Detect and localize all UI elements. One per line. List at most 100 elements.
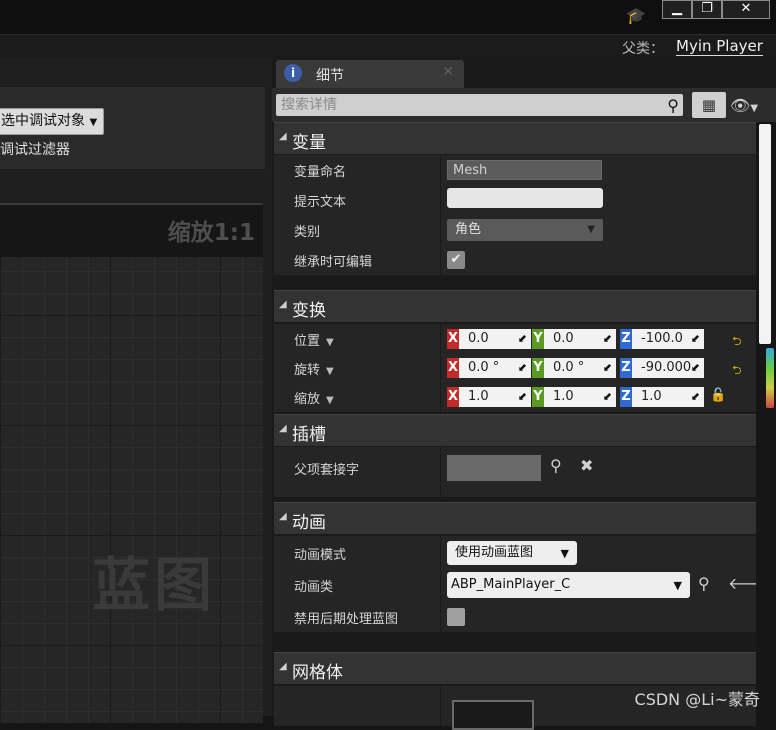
scale-x-field[interactable]: 1.0 ⬋ bbox=[459, 387, 531, 407]
parent-class-link[interactable]: Myin Player bbox=[676, 37, 763, 56]
location-z-value: -100.0 bbox=[641, 331, 683, 346]
lock-icon[interactable]: 🔓 bbox=[710, 388, 726, 403]
mesh-thumbnail[interactable] bbox=[452, 700, 534, 730]
chevron-down-icon: ▼ bbox=[89, 117, 98, 128]
debug-filter-label[interactable]: 调试过滤器 bbox=[0, 139, 70, 159]
location-x-value: 0.0 bbox=[468, 331, 489, 346]
category-label: 变量 bbox=[292, 133, 326, 153]
axis-z-label: Z bbox=[620, 358, 632, 378]
property-label: 父项套接字 bbox=[294, 463, 360, 478]
restore-button[interactable]: ❐ bbox=[692, 0, 722, 19]
row-location: 位置 ▼ X 0.0 ⬋ Y 0.0 ⬋ Z -100.0 ⬋ ⮌ bbox=[274, 324, 756, 354]
tab-details[interactable]: i 细节 ✕ bbox=[276, 60, 464, 88]
drag-spin-icon[interactable]: ⬋ bbox=[691, 358, 700, 378]
category-mesh[interactable]: ◢ 网格体 bbox=[274, 652, 756, 684]
row-category: 类别 角色 ▼ bbox=[274, 215, 756, 245]
axis-x-label: X bbox=[447, 358, 459, 378]
debug-object-dropdown[interactable]: 选中调试对象 ▼ bbox=[0, 108, 104, 135]
minimize-button[interactable]: ▁ bbox=[662, 0, 692, 19]
details-panel: i 细节 ✕ 搜索详情 ⚲ ▦ 👁▼ ◢ 变量 变量命名 Mesh 提示文本 类… bbox=[272, 58, 776, 730]
drag-spin-icon[interactable]: ⬋ bbox=[603, 358, 612, 378]
reset-to-default-icon[interactable]: ⮌ bbox=[732, 332, 742, 353]
scale-y-field[interactable]: 1.0 ⬋ bbox=[544, 387, 616, 407]
rotation-dropdown[interactable]: 旋转 ▼ bbox=[294, 359, 334, 378]
category-transform[interactable]: ◢ 变换 bbox=[274, 290, 756, 322]
row-scale: 缩放 ▼ X 1.0 ⬋ Y 1.0 ⬋ Z 1.0 ⬋ 🔓 bbox=[274, 382, 756, 412]
column-divider bbox=[440, 536, 441, 568]
graph-header: 缩放1:1 bbox=[0, 205, 263, 257]
location-y-field[interactable]: 0.0 ⬋ bbox=[544, 329, 616, 349]
editable-checkbox[interactable]: ✔ bbox=[447, 251, 465, 269]
drag-spin-icon[interactable]: ⬋ bbox=[518, 358, 527, 378]
tooltip-field[interactable] bbox=[447, 188, 603, 208]
drag-spin-icon[interactable]: ⬋ bbox=[691, 329, 700, 349]
scale-z-field[interactable]: 1.0 ⬋ bbox=[632, 387, 704, 407]
drag-spin-icon[interactable]: ⬋ bbox=[603, 387, 612, 407]
column-divider bbox=[440, 245, 441, 275]
search-icon[interactable]: ⚲ bbox=[550, 456, 562, 475]
rotation-x-field[interactable]: 0.0 ° ⬋ bbox=[459, 358, 531, 378]
search-icon[interactable]: ⚲ bbox=[667, 95, 679, 117]
collapse-arrow-icon: ◢ bbox=[279, 423, 287, 434]
anim-class-dropdown[interactable]: ABP_MainPlayer_C ▼ bbox=[447, 572, 690, 598]
drag-spin-icon[interactable]: ⬋ bbox=[518, 387, 527, 407]
scale-z-value: 1.0 bbox=[641, 389, 662, 404]
scrollbar-thumb[interactable] bbox=[759, 124, 771, 344]
scale-dropdown[interactable]: 缩放 ▼ bbox=[294, 388, 334, 407]
category-variable[interactable]: ◢ 变量 bbox=[274, 122, 756, 154]
location-dropdown[interactable]: 位置 ▼ bbox=[294, 330, 334, 349]
browse-search-icon[interactable]: ⚲ bbox=[698, 574, 710, 593]
search-input[interactable]: 搜索详情 ⚲ bbox=[276, 94, 683, 116]
rotation-y-field[interactable]: 0.0 ° ⬋ bbox=[544, 358, 616, 378]
location-vector: X 0.0 ⬋ Y 0.0 ⬋ Z -100.0 ⬋ bbox=[447, 329, 747, 349]
category-socket[interactable]: ◢ 插槽 bbox=[274, 414, 756, 446]
view-options-button[interactable]: 👁▼ bbox=[730, 96, 758, 115]
reset-to-default-icon[interactable]: ⮌ bbox=[732, 361, 742, 382]
clear-icon[interactable]: ✖ bbox=[580, 456, 593, 475]
column-divider bbox=[440, 447, 441, 497]
close-button[interactable]: ✕ bbox=[722, 0, 770, 19]
column-divider bbox=[440, 353, 441, 383]
column-divider bbox=[440, 600, 441, 632]
property-label: 提示文本 bbox=[294, 195, 347, 210]
left-panel: 选中调试对象 ▼ 调试过滤器 缩放1:1 蓝图 bbox=[0, 58, 272, 723]
blueprint-graph[interactable]: 缩放1:1 bbox=[0, 203, 263, 723]
row-variable-name: 变量命名 Mesh bbox=[274, 155, 756, 185]
row-anim-mode: 动画模式 使用动画蓝图 ▼ bbox=[274, 536, 756, 568]
axis-x-label: X bbox=[447, 329, 459, 349]
location-x-field[interactable]: 0.0 ⬋ bbox=[459, 329, 531, 349]
scale-vector: X 1.0 ⬋ Y 1.0 ⬋ Z 1.0 ⬋ bbox=[447, 387, 747, 407]
row-anim-class: 动画类 ABP_MainPlayer_C ▼ ⚲ 🡐 bbox=[274, 568, 771, 600]
axis-z-label: Z bbox=[620, 387, 632, 407]
anim-mode-dropdown[interactable]: 使用动画蓝图 ▼ bbox=[447, 541, 577, 565]
row-editable: 继承时可编辑 ✔ bbox=[274, 245, 756, 275]
rotation-z-field[interactable]: -90.000 ⬋ bbox=[632, 358, 704, 378]
chevron-down-icon: ▼ bbox=[560, 547, 569, 560]
chevron-down-icon: ▼ bbox=[326, 366, 334, 377]
property-label: 动画类 bbox=[294, 580, 334, 595]
graph-watermark: 蓝图 bbox=[92, 551, 217, 619]
category-animation[interactable]: ◢ 动画 bbox=[274, 502, 756, 534]
parent-socket-field[interactable] bbox=[447, 455, 541, 481]
drag-spin-icon[interactable]: ⬋ bbox=[518, 329, 527, 349]
chevron-down-icon: ▼ bbox=[326, 395, 334, 406]
category-label: 动画 bbox=[292, 513, 326, 533]
row-rotation: 旋转 ▼ X 0.0 ° ⬋ Y 0.0 ° ⬋ Z -90.000 ⬋ ⮌ bbox=[274, 353, 756, 383]
drag-spin-icon[interactable]: ⬋ bbox=[691, 387, 700, 407]
property-label: 旋转 bbox=[294, 363, 321, 378]
category-combobox[interactable]: 角色 ▼ bbox=[447, 219, 603, 241]
property-label: 类别 bbox=[294, 225, 321, 240]
details-scrollbar[interactable] bbox=[756, 122, 776, 716]
disable-post-checkbox[interactable] bbox=[447, 608, 465, 626]
close-icon[interactable]: ✕ bbox=[442, 64, 454, 80]
title-bar: 🎓 ▁ ❐ ✕ bbox=[0, 0, 776, 34]
property-matrix-button[interactable]: ▦ bbox=[692, 92, 726, 118]
rotation-z-value: -90.000 bbox=[641, 360, 692, 375]
drag-spin-icon[interactable]: ⬋ bbox=[603, 329, 612, 349]
row-parent-socket: 父项套接字 ⚲ ✖ bbox=[274, 447, 756, 497]
variable-name-field[interactable]: Mesh bbox=[447, 160, 602, 180]
parent-class-bar: 父类： Myin Player bbox=[0, 34, 776, 58]
category-value: 角色 bbox=[455, 222, 482, 237]
location-z-field[interactable]: -100.0 ⬋ bbox=[632, 329, 704, 349]
graduation-cap-icon[interactable]: 🎓 bbox=[626, 6, 646, 25]
